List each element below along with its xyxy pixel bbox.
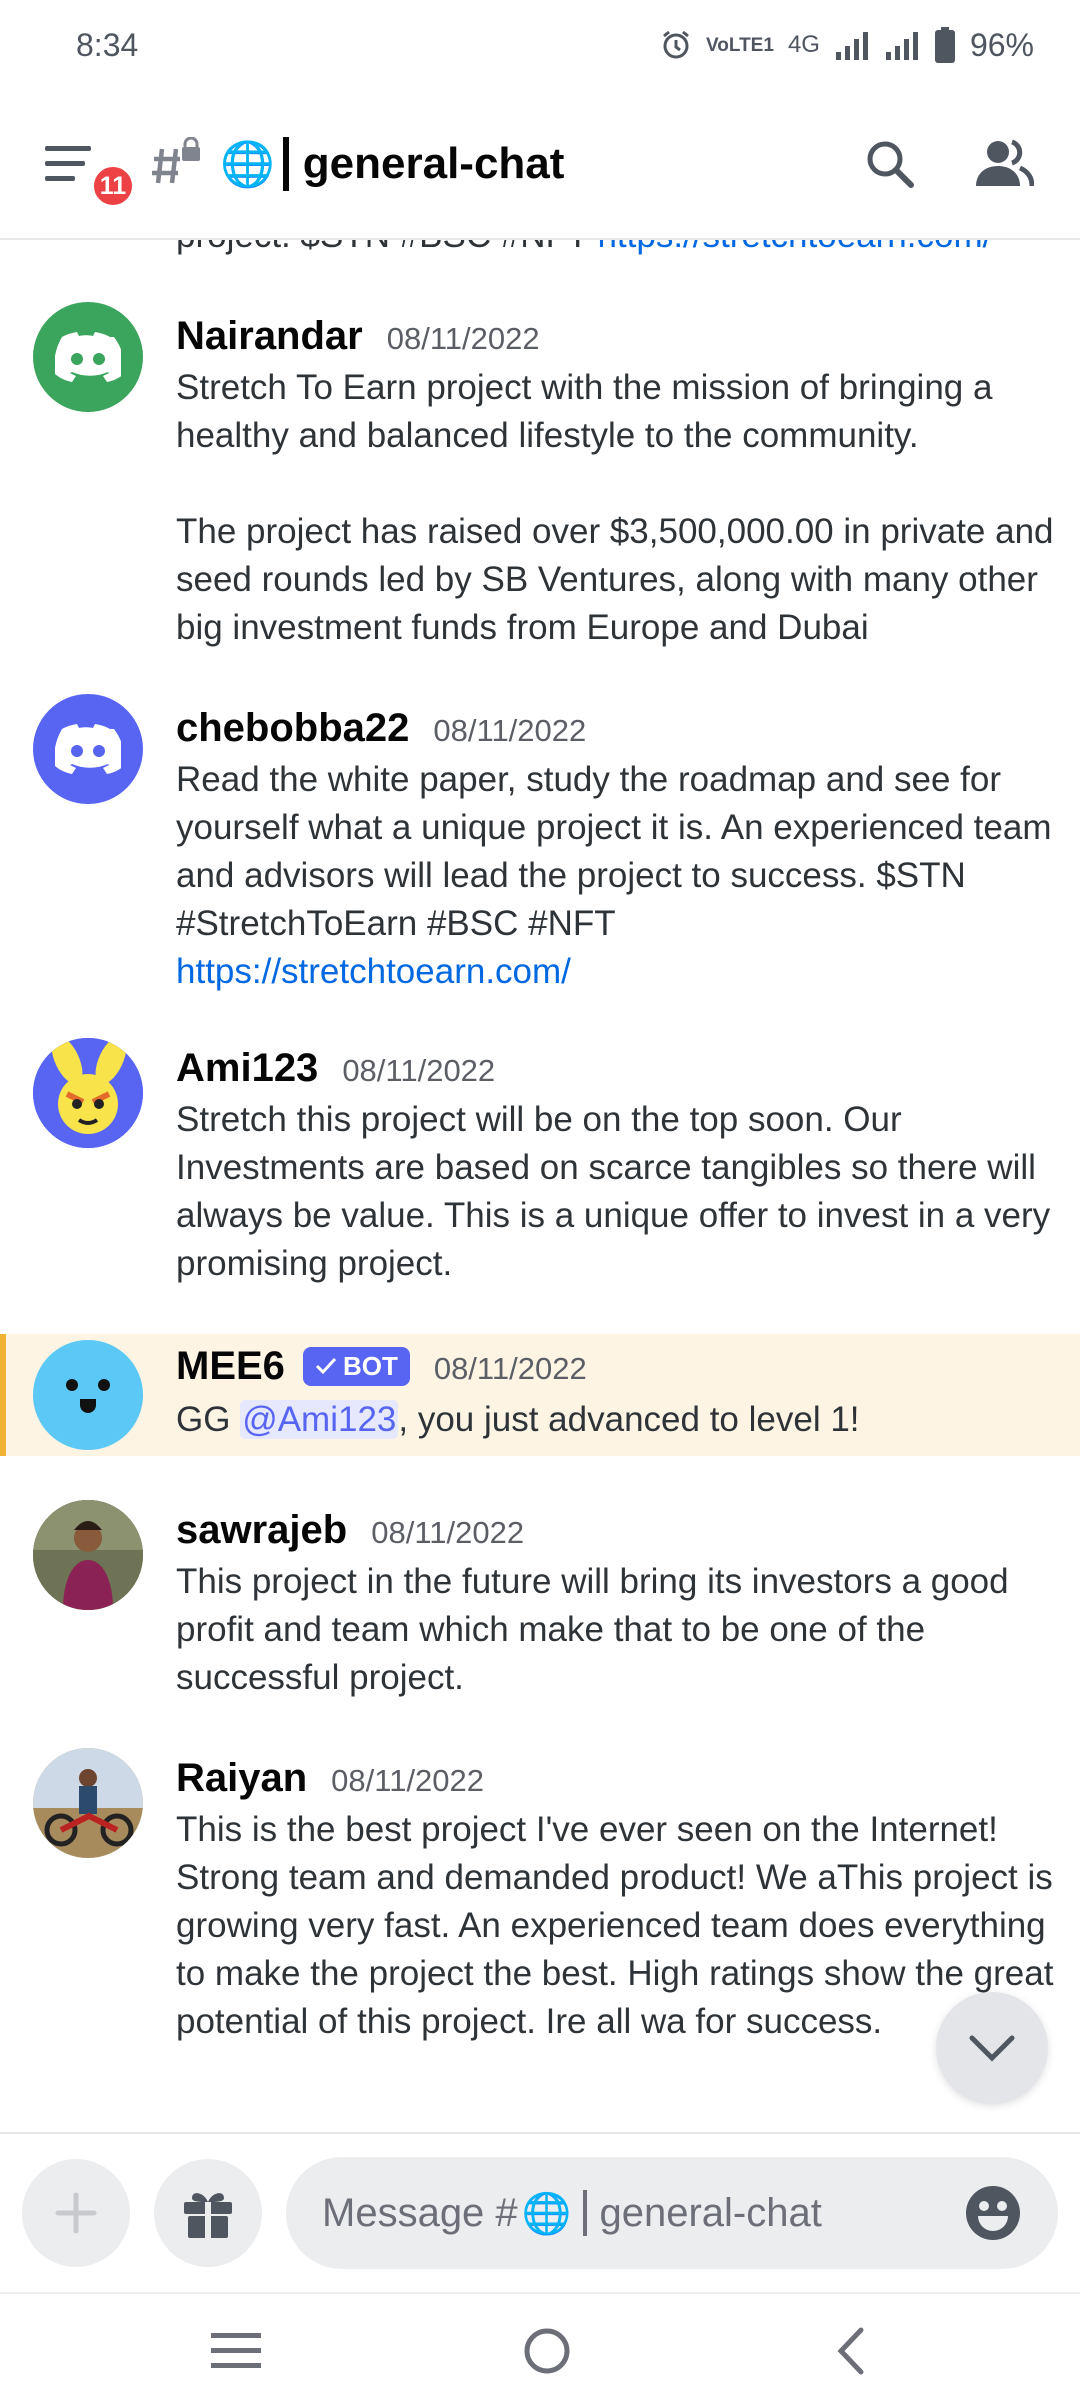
battery-level: 96% bbox=[969, 26, 1034, 63]
message-item-mention: MEE6 BOT 08/11/2022 GG @Ami123, you just… bbox=[0, 1334, 1080, 1456]
channel-header: 11 🌐 general-chat bbox=[0, 90, 1080, 240]
menu-icon bbox=[45, 146, 91, 181]
cartoon-avatar-icon bbox=[33, 1038, 143, 1148]
signal-icon-2 bbox=[885, 32, 918, 60]
check-icon bbox=[315, 1357, 337, 1375]
avatar[interactable] bbox=[33, 302, 143, 412]
author-name[interactable]: MEE6 bbox=[176, 1344, 285, 1389]
author-name[interactable]: Ami123 bbox=[176, 1046, 318, 1091]
status-bar: 8:34 VoLTE1 4G 96% bbox=[0, 0, 1080, 90]
timestamp: 08/11/2022 bbox=[371, 1515, 525, 1550]
bot-tag: BOT bbox=[302, 1346, 410, 1386]
author-name[interactable]: chebobba22 bbox=[176, 706, 409, 751]
user-photo-icon bbox=[33, 1748, 143, 1858]
clipped-message-line: project. $STN #BSC #NFT https://stretcht… bbox=[176, 240, 992, 256]
battery-icon bbox=[934, 27, 955, 63]
home-icon[interactable] bbox=[522, 2326, 572, 2376]
message-content: This project in the future will bring it… bbox=[176, 1562, 1009, 1697]
channel-divider bbox=[282, 137, 289, 191]
signal-icon bbox=[835, 32, 868, 60]
avatar[interactable] bbox=[33, 1340, 143, 1450]
channel-title[interactable]: 🌐 general-chat bbox=[220, 137, 564, 191]
author-name[interactable]: sawrajeb bbox=[176, 1508, 347, 1553]
discord-logo-icon bbox=[55, 724, 121, 774]
plus-icon bbox=[55, 2192, 97, 2234]
message-item: Nairandar 08/11/2022 Stretch To Earn pro… bbox=[0, 302, 1080, 647]
chevron-down-icon bbox=[969, 2035, 1015, 2062]
user-mention[interactable]: @Ami123 bbox=[240, 1400, 399, 1439]
recent-apps-icon[interactable] bbox=[210, 2331, 261, 2371]
message-placeholder: Message # 🌐 general-chat bbox=[322, 2190, 822, 2236]
message-composer: Message # 🌐 general-chat bbox=[0, 2132, 1080, 2292]
timestamp: 08/11/2022 bbox=[433, 713, 587, 748]
timestamp: 08/11/2022 bbox=[331, 1763, 485, 1798]
timestamp: 08/11/2022 bbox=[386, 321, 540, 356]
author-name[interactable]: Raiyan bbox=[176, 1756, 307, 1801]
attach-button[interactable] bbox=[22, 2159, 130, 2267]
message-item: chebobba22 08/11/2022 Read the white pap… bbox=[0, 694, 1080, 994]
private-channel-icon bbox=[152, 137, 200, 184]
avatar[interactable] bbox=[33, 1038, 143, 1148]
message-content: Read the white paper, study the roadmap … bbox=[176, 760, 1052, 991]
members-icon[interactable] bbox=[974, 138, 1034, 190]
message-content: GG @Ami123, you just advanced to level 1… bbox=[176, 1400, 860, 1439]
avatar[interactable] bbox=[33, 1500, 143, 1610]
author-name[interactable]: Nairandar bbox=[176, 314, 363, 359]
channel-name: general-chat bbox=[302, 139, 565, 188]
message-item: Ami123 08/11/2022 Stretch this project w… bbox=[0, 1038, 1080, 1288]
message-content: This is the best project I've ever seen … bbox=[176, 1810, 1054, 2041]
emoji-icon[interactable] bbox=[964, 2184, 1022, 2242]
volte-label: VoLTE1 bbox=[706, 34, 774, 56]
message-content: Stretch this project will be on the top … bbox=[176, 1100, 1051, 1283]
avatar[interactable] bbox=[33, 1748, 143, 1858]
jump-to-bottom-button[interactable] bbox=[936, 1992, 1048, 2104]
discord-logo-icon bbox=[55, 332, 121, 382]
mee6-face-icon bbox=[66, 1379, 110, 1413]
message-content: Stretch To Earn project with the mission… bbox=[176, 368, 1054, 647]
globe-icon: 🌐 bbox=[220, 140, 275, 189]
back-icon[interactable] bbox=[833, 2326, 869, 2376]
status-icons: VoLTE1 4G 96% bbox=[660, 27, 1034, 64]
message-input[interactable]: Message # 🌐 general-chat bbox=[286, 2157, 1058, 2269]
network-type: 4G bbox=[787, 31, 820, 58]
menu-button[interactable]: 11 bbox=[36, 129, 136, 209]
system-nav-bar bbox=[0, 2292, 1080, 2408]
alarm-icon bbox=[663, 30, 689, 59]
search-icon[interactable] bbox=[864, 138, 916, 190]
clock: 8:34 bbox=[76, 26, 139, 63]
clipped-link[interactable]: https://stretchtoearn.com/ bbox=[597, 240, 992, 255]
gift-button[interactable] bbox=[154, 2159, 262, 2267]
user-photo-icon bbox=[33, 1500, 143, 1610]
gift-icon bbox=[184, 2193, 232, 2238]
avatar[interactable] bbox=[33, 694, 143, 804]
unread-badge: 11 bbox=[90, 163, 136, 209]
message-link[interactable]: https://stretchtoearn.com/ bbox=[176, 952, 571, 991]
timestamp: 08/11/2022 bbox=[433, 1351, 587, 1386]
message-list[interactable]: project. $STN #BSC #NFT https://stretcht… bbox=[0, 240, 1080, 2132]
message-item: Raiyan 08/11/2022 This is the best proje… bbox=[0, 1748, 1080, 2128]
timestamp: 08/11/2022 bbox=[342, 1053, 496, 1088]
message-item: sawrajeb 08/11/2022 This project in the … bbox=[0, 1500, 1080, 1710]
